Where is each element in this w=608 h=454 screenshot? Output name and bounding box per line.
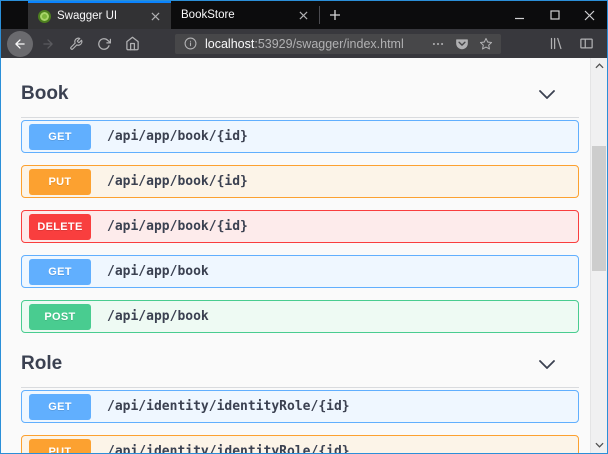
sidebar-toggle-icon[interactable] [573,31,599,57]
section-title: Role [21,353,62,375]
method-badge: GET [29,124,91,150]
endpoint-row[interactable]: DELETE /api/app/book/{id} [21,210,579,243]
tab-bookstore[interactable]: BookStore [171,1,319,29]
page-content: Book GET /api/app/book/{id} PUT /api/app… [1,58,607,453]
endpoint-path: /api/identity/identityRole/{id} [107,399,350,414]
toolbar-right-group [543,31,608,57]
scroll-down-icon[interactable] [595,437,604,453]
chevron-down-icon[interactable] [539,360,555,369]
chevron-down-icon[interactable] [539,90,555,99]
swagger-favicon [38,10,51,23]
section-header[interactable]: Role [21,341,579,388]
vertical-scrollbar[interactable] [590,58,607,453]
page-actions-icon[interactable] [429,35,447,53]
method-badge: PUT [29,439,91,454]
library-icon[interactable] [543,31,569,57]
forward-button[interactable] [35,31,61,57]
endpoint-row[interactable]: GET /api/identity/identityRole/{id} [21,390,579,423]
close-button[interactable] [572,1,607,29]
endpoint-path: /api/app/book [107,309,209,324]
endpoint-row[interactable]: POST /api/app/book [21,300,579,333]
titlebar-drag-area [350,1,502,29]
scroll-up-icon[interactable] [595,58,604,74]
maximize-button[interactable] [537,1,572,29]
method-badge: GET [29,394,91,420]
method-badge: PUT [29,169,91,195]
method-badge: POST [29,304,91,330]
section-header[interactable]: Book [21,71,579,118]
method-badge: DELETE [29,214,91,240]
section-title: Book [21,83,69,105]
tab-close-icon[interactable] [147,8,163,24]
url-text[interactable]: localhost:53929/swagger/index.html [205,37,423,51]
navigation-toolbar: localhost:53929/swagger/index.html [1,29,607,58]
endpoint-path: /api/app/book/{id} [107,219,248,234]
wrench-icon[interactable] [63,31,89,57]
site-info-icon[interactable] [181,35,199,53]
endpoint-row[interactable]: PUT /api/app/book/{id} [21,165,579,198]
endpoint-list: GET /api/app/book/{id} PUT /api/app/book… [21,120,579,333]
url-host: localhost [205,37,254,51]
scrollbar-track[interactable] [591,74,607,437]
endpoint-row[interactable]: GET /api/app/book [21,255,579,288]
swagger-page: Book GET /api/app/book/{id} PUT /api/app… [1,58,590,453]
tab-close-icon[interactable] [295,7,311,23]
minimize-button[interactable] [502,1,537,29]
endpoint-path: /api/identity/identityRole/{id} [107,444,350,453]
tab-swagger-ui[interactable]: Swagger UI [28,1,171,29]
browser-window: Swagger UI BookStore [0,0,608,454]
section-book: Book GET /api/app/book/{id} PUT /api/app… [21,71,579,333]
endpoint-row[interactable]: GET /api/app/book/{id} [21,120,579,153]
method-badge: GET [29,259,91,285]
endpoint-path: /api/app/book [107,264,209,279]
tab-label: BookStore [181,9,289,21]
endpoint-path: /api/app/book/{id} [107,174,248,189]
tab-label: Swagger UI [57,10,141,22]
pocket-icon[interactable] [453,35,471,53]
back-button[interactable] [7,31,33,57]
endpoint-path: /api/app/book/{id} [107,129,248,144]
home-button[interactable] [119,31,145,57]
scrollbar-thumb[interactable] [592,146,606,271]
titlebar: Swagger UI BookStore [1,1,607,29]
refresh-button[interactable] [91,31,117,57]
new-tab-button[interactable] [320,1,350,29]
address-bar[interactable]: localhost:53929/swagger/index.html [175,34,501,54]
bookmark-star-icon[interactable] [477,35,495,53]
url-path: :53929/swagger/index.html [254,37,403,51]
endpoint-row[interactable]: PUT /api/identity/identityRole/{id} [21,435,579,453]
endpoint-list: GET /api/identity/identityRole/{id} PUT … [21,390,579,453]
section-role: Role GET /api/identity/identityRole/{id}… [21,341,579,453]
